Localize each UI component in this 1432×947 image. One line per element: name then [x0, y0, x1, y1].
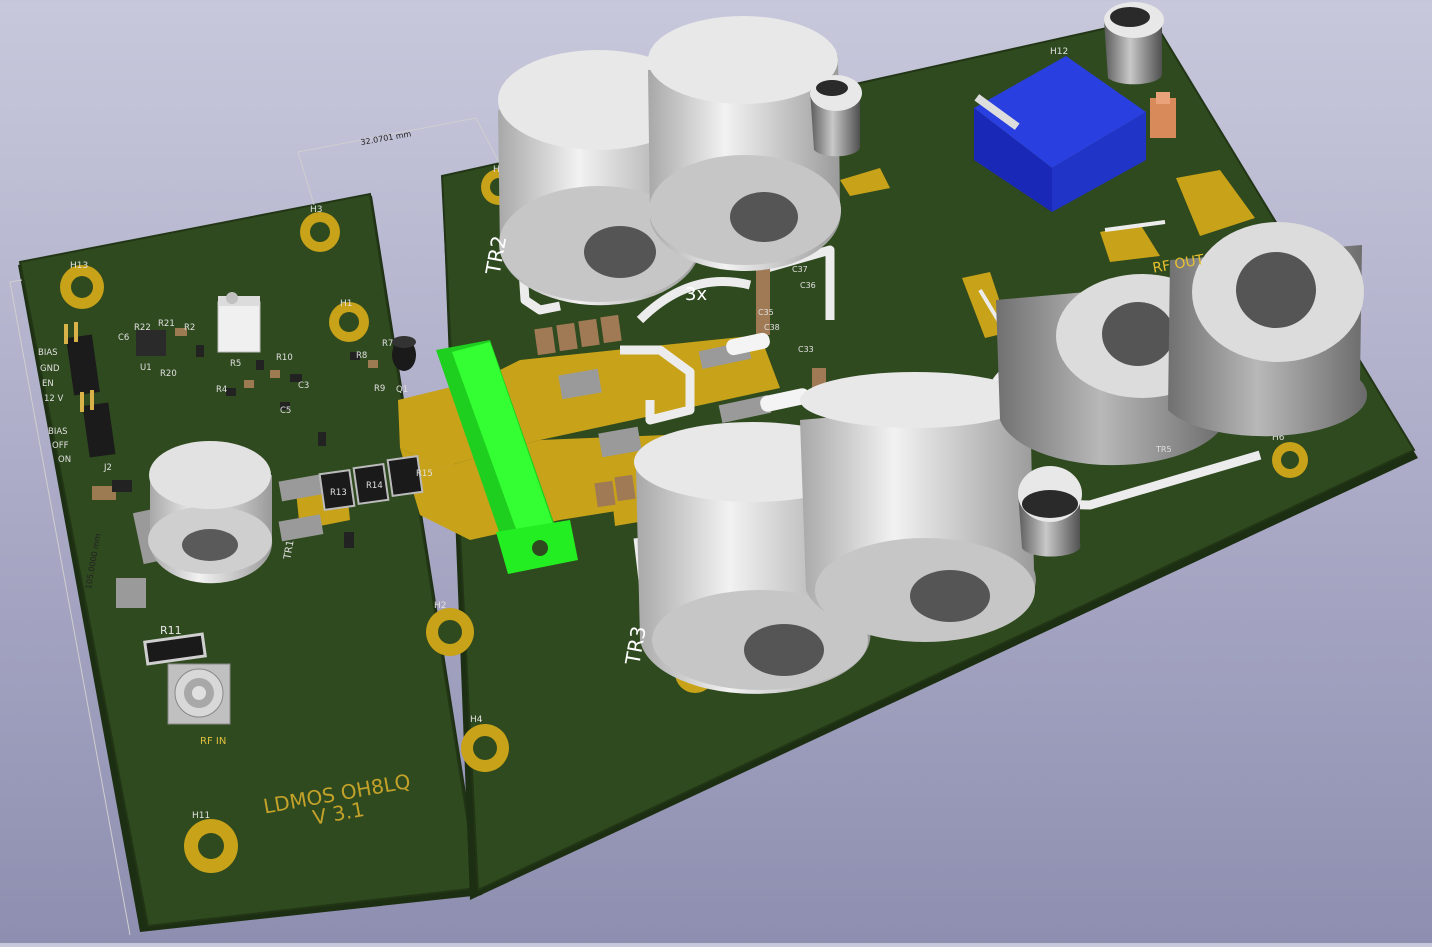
label-h1: H1: [340, 299, 353, 309]
pcb-3d-render: 32.0701 mm 105.0000 mm H13 H3 H1 H2 H4 H…: [9, 2, 1418, 936]
ref-c37: C37: [792, 265, 808, 274]
cap-top-mid: [810, 75, 862, 157]
dimension-width-label: 32.0701 mm: [360, 129, 412, 147]
label-gnd: GND: [40, 364, 60, 374]
ref-c36: C36: [800, 281, 816, 290]
hole-h13: [60, 265, 104, 309]
label-bias2: BIAS: [48, 427, 68, 437]
ref-r20: R20: [160, 369, 177, 379]
hole-h2: [426, 608, 474, 656]
cap-top-right: [1104, 2, 1164, 85]
label-off: OFF: [52, 441, 69, 451]
rf-in-connector: [167, 663, 231, 725]
label-rf-in: RF IN: [200, 736, 226, 747]
label-h3: H3: [310, 205, 323, 215]
hole-h4: [461, 724, 509, 772]
ref-r22: R22: [134, 323, 151, 333]
ref-c35: C35: [758, 308, 774, 317]
3d-viewer-canvas[interactable]: 32.0701 mm 105.0000 mm H13 H3 H1 H2 H4 H…: [0, 0, 1432, 943]
label-h12: H12: [1050, 47, 1068, 57]
ref-r4: R4: [216, 385, 227, 395]
ref-c5: C5: [280, 406, 291, 416]
label-bias: BIAS: [38, 348, 58, 358]
ref-r8: R8: [356, 351, 367, 361]
ref-r5: R5: [230, 359, 241, 369]
ref-tr5: TR5: [1155, 445, 1172, 454]
label-j2: J2: [103, 463, 112, 473]
label-h2: H2: [434, 601, 447, 611]
ref-r7: R7: [382, 339, 393, 349]
ref-c33: C33: [798, 345, 814, 354]
marking-3x: 3x: [685, 284, 707, 305]
hole-h11: [184, 819, 238, 873]
ref-r21: R21: [158, 319, 175, 329]
label-h13: H13: [70, 261, 88, 271]
ref-r11: R11: [160, 624, 182, 637]
ref-r15: R15: [416, 469, 433, 479]
ferrite-tr2: [498, 16, 841, 306]
ferrite-tr1: [148, 441, 273, 584]
ref-r14: R14: [366, 481, 383, 491]
label-12v: 12 V: [44, 394, 64, 404]
hole-h3: [300, 212, 340, 252]
transistor-q1: [392, 336, 416, 371]
ref-c3: C3: [298, 381, 309, 391]
ref-c38: C38: [764, 323, 780, 332]
label-h4: H4: [470, 715, 483, 725]
ref-q1: Q1: [396, 385, 408, 395]
ref-r13: R13: [330, 488, 347, 498]
trimmer-r5: [217, 292, 261, 353]
ref-r2: R2: [184, 323, 195, 333]
label-on: ON: [58, 455, 71, 465]
ref-u1: U1: [140, 363, 152, 373]
cap-bottom-right: [1018, 466, 1082, 557]
hole-h6: [1272, 442, 1308, 478]
label-h11: H11: [192, 811, 210, 821]
ref-r9: R9: [374, 384, 385, 394]
ref-c6: C6: [118, 333, 129, 343]
ref-r10: R10: [276, 353, 293, 363]
label-en: EN: [42, 379, 54, 389]
